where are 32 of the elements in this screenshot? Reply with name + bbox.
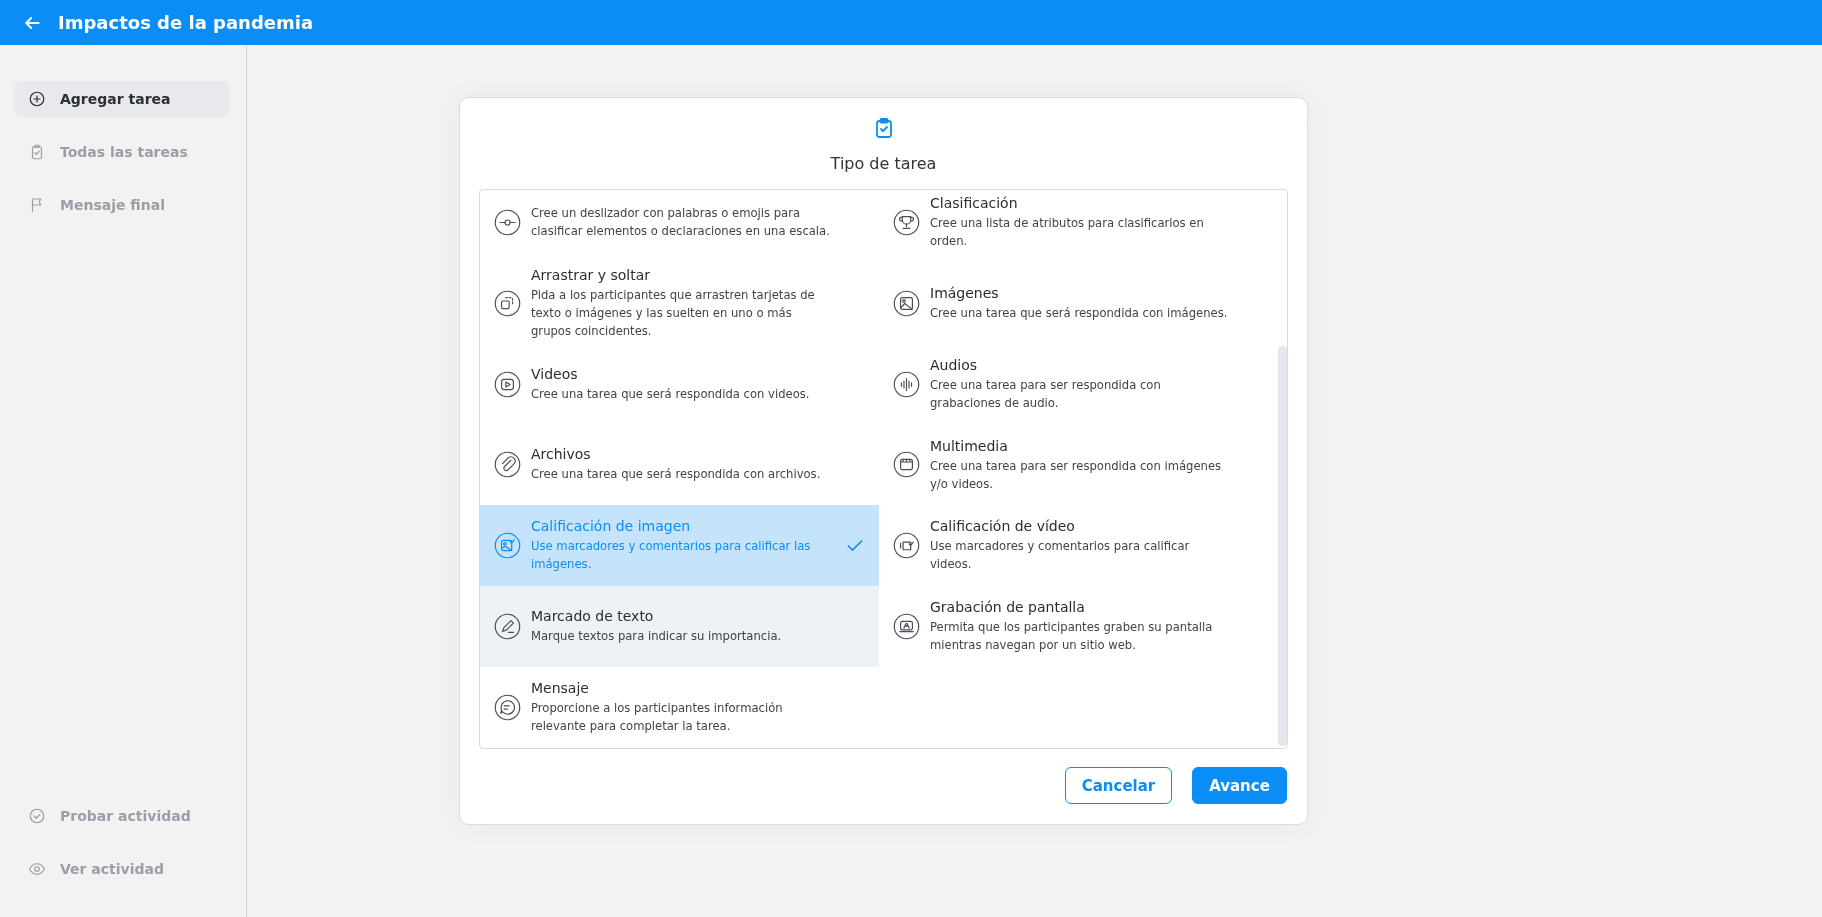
option-icon <box>494 208 521 236</box>
option-icon <box>893 208 920 236</box>
option-icon <box>494 451 521 479</box>
task-type-option[interactable]: Mensaje Proporcione a los participantes información relevante para completar la tarea. <box>480 667 879 748</box>
task-type-option[interactable]: Imágenes Cree una tarea que será respondida con imágenes. <box>879 262 1278 344</box>
option-icon <box>494 613 521 641</box>
option-icon <box>494 532 521 560</box>
sidebar-item[interactable]: Agregar tarea <box>14 81 230 117</box>
task-type-option[interactable]: Cree un deslizador con palabras o emojis para clasificar elementos o declaraciones en una escala. <box>480 190 879 263</box>
scrollbar[interactable] <box>1278 346 1287 746</box>
option-icon <box>494 694 521 722</box>
task-type-option[interactable]: Grabación de pantalla Permita que los participantes graben su pantalla mientras navegan por un sitio web. <box>879 586 1278 668</box>
task-type-option[interactable]: Calificación de vídeo Use marcadores y comentarios para calificar videos. <box>879 505 1278 587</box>
page-title: Impactos de la pandemia <box>58 12 314 33</box>
task-type-option[interactable]: Marcado de texto Marque textos para indicar su importancia. <box>480 586 879 668</box>
task-type-option[interactable]: Multimedia Cree una tarea para ser respondida con imágenes y/o videos. <box>879 424 1278 506</box>
check-circle-icon <box>28 807 46 825</box>
plus-icon <box>28 90 46 108</box>
eye-icon <box>28 860 46 878</box>
task-type-option[interactable]: Audios Cree una tarea para ser respondida con grabaciones de audio. <box>879 343 1278 425</box>
option-icon <box>893 451 920 479</box>
dialog-title: Tipo de tarea <box>830 154 937 173</box>
option-icon <box>893 532 920 560</box>
option-icon <box>494 370 521 398</box>
task-type-option[interactable]: Arrastrar y soltar Pida a los participantes que arrastren tarjetas de texto o imágenes y las suelten en uno o más grupos coincidentes. <box>480 262 879 344</box>
option-icon <box>893 613 920 641</box>
task-type-option[interactable]: Archivos Cree una tarea que será respondida con archivos. <box>480 424 879 506</box>
option-icon <box>494 289 521 317</box>
task-type-option[interactable]: Videos Cree una tarea que será respondida con videos. <box>480 343 879 425</box>
task-type-option[interactable]: Clasificación Cree una lista de atributos para clasificarlos en orden. <box>879 190 1278 263</box>
option-icon <box>893 289 920 317</box>
option-icon <box>893 370 920 398</box>
